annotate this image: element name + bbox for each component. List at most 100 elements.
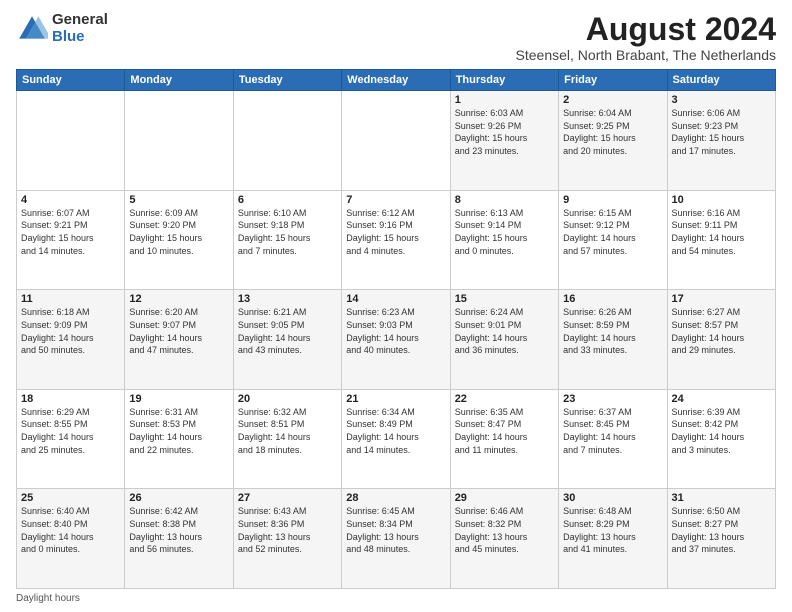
day-number: 18 [21, 393, 120, 405]
calendar-cell: 24Sunrise: 6:39 AM Sunset: 8:42 PM Dayli… [667, 389, 775, 489]
day-info: Sunrise: 6:09 AM Sunset: 9:20 PM Dayligh… [129, 207, 228, 257]
calendar-cell: 1Sunrise: 6:03 AM Sunset: 9:26 PM Daylig… [450, 91, 558, 191]
logo-blue: Blue [52, 29, 108, 46]
calendar-cell: 31Sunrise: 6:50 AM Sunset: 8:27 PM Dayli… [667, 489, 775, 589]
day-info: Sunrise: 6:23 AM Sunset: 9:03 PM Dayligh… [346, 306, 445, 356]
header-day-wednesday: Wednesday [342, 70, 450, 91]
main-title: August 2024 [516, 12, 776, 47]
day-info: Sunrise: 6:50 AM Sunset: 8:27 PM Dayligh… [672, 505, 771, 555]
day-number: 10 [672, 194, 771, 206]
day-info: Sunrise: 6:26 AM Sunset: 8:59 PM Dayligh… [563, 306, 662, 356]
calendar-cell: 2Sunrise: 6:04 AM Sunset: 9:25 PM Daylig… [559, 91, 667, 191]
calendar-cell: 27Sunrise: 6:43 AM Sunset: 8:36 PM Dayli… [233, 489, 341, 589]
calendar-cell: 6Sunrise: 6:10 AM Sunset: 9:18 PM Daylig… [233, 190, 341, 290]
calendar-body: 1Sunrise: 6:03 AM Sunset: 9:26 PM Daylig… [17, 91, 776, 589]
day-number: 17 [672, 293, 771, 305]
header-day-monday: Monday [125, 70, 233, 91]
calendar-cell: 9Sunrise: 6:15 AM Sunset: 9:12 PM Daylig… [559, 190, 667, 290]
calendar-cell: 19Sunrise: 6:31 AM Sunset: 8:53 PM Dayli… [125, 389, 233, 489]
calendar-header: SundayMondayTuesdayWednesdayThursdayFrid… [17, 70, 776, 91]
day-info: Sunrise: 6:03 AM Sunset: 9:26 PM Dayligh… [455, 107, 554, 157]
day-number: 3 [672, 94, 771, 106]
calendar-cell: 12Sunrise: 6:20 AM Sunset: 9:07 PM Dayli… [125, 290, 233, 390]
day-number: 12 [129, 293, 228, 305]
calendar-week-3: 11Sunrise: 6:18 AM Sunset: 9:09 PM Dayli… [17, 290, 776, 390]
calendar-cell: 29Sunrise: 6:46 AM Sunset: 8:32 PM Dayli… [450, 489, 558, 589]
day-info: Sunrise: 6:18 AM Sunset: 9:09 PM Dayligh… [21, 306, 120, 356]
day-info: Sunrise: 6:07 AM Sunset: 9:21 PM Dayligh… [21, 207, 120, 257]
day-info: Sunrise: 6:40 AM Sunset: 8:40 PM Dayligh… [21, 505, 120, 555]
day-number: 19 [129, 393, 228, 405]
day-number: 2 [563, 94, 662, 106]
calendar-week-5: 25Sunrise: 6:40 AM Sunset: 8:40 PM Dayli… [17, 489, 776, 589]
day-number: 21 [346, 393, 445, 405]
calendar-cell: 21Sunrise: 6:34 AM Sunset: 8:49 PM Dayli… [342, 389, 450, 489]
calendar-cell: 15Sunrise: 6:24 AM Sunset: 9:01 PM Dayli… [450, 290, 558, 390]
header-day-saturday: Saturday [667, 70, 775, 91]
day-info: Sunrise: 6:06 AM Sunset: 9:23 PM Dayligh… [672, 107, 771, 157]
calendar-cell: 16Sunrise: 6:26 AM Sunset: 8:59 PM Dayli… [559, 290, 667, 390]
logo: General Blue [16, 12, 108, 45]
calendar-cell: 8Sunrise: 6:13 AM Sunset: 9:14 PM Daylig… [450, 190, 558, 290]
calendar-cell: 22Sunrise: 6:35 AM Sunset: 8:47 PM Dayli… [450, 389, 558, 489]
day-number: 6 [238, 194, 337, 206]
day-number: 9 [563, 194, 662, 206]
day-info: Sunrise: 6:48 AM Sunset: 8:29 PM Dayligh… [563, 505, 662, 555]
day-number: 4 [21, 194, 120, 206]
calendar-cell: 25Sunrise: 6:40 AM Sunset: 8:40 PM Dayli… [17, 489, 125, 589]
day-number: 13 [238, 293, 337, 305]
footer-text: Daylight hours [16, 593, 80, 604]
day-number: 1 [455, 94, 554, 106]
title-block: August 2024 Steensel, North Brabant, The… [516, 12, 776, 63]
calendar-cell: 10Sunrise: 6:16 AM Sunset: 9:11 PM Dayli… [667, 190, 775, 290]
day-number: 24 [672, 393, 771, 405]
calendar-cell: 5Sunrise: 6:09 AM Sunset: 9:20 PM Daylig… [125, 190, 233, 290]
day-info: Sunrise: 6:24 AM Sunset: 9:01 PM Dayligh… [455, 306, 554, 356]
calendar-cell: 17Sunrise: 6:27 AM Sunset: 8:57 PM Dayli… [667, 290, 775, 390]
calendar-cell: 23Sunrise: 6:37 AM Sunset: 8:45 PM Dayli… [559, 389, 667, 489]
logo-general: General [52, 12, 108, 29]
header-day-tuesday: Tuesday [233, 70, 341, 91]
day-info: Sunrise: 6:12 AM Sunset: 9:16 PM Dayligh… [346, 207, 445, 257]
day-info: Sunrise: 6:15 AM Sunset: 9:12 PM Dayligh… [563, 207, 662, 257]
calendar-cell: 7Sunrise: 6:12 AM Sunset: 9:16 PM Daylig… [342, 190, 450, 290]
day-info: Sunrise: 6:13 AM Sunset: 9:14 PM Dayligh… [455, 207, 554, 257]
calendar-cell: 26Sunrise: 6:42 AM Sunset: 8:38 PM Dayli… [125, 489, 233, 589]
day-number: 23 [563, 393, 662, 405]
header-day-friday: Friday [559, 70, 667, 91]
day-number: 5 [129, 194, 228, 206]
calendar-cell: 4Sunrise: 6:07 AM Sunset: 9:21 PM Daylig… [17, 190, 125, 290]
header-row: SundayMondayTuesdayWednesdayThursdayFrid… [17, 70, 776, 91]
calendar-cell [125, 91, 233, 191]
calendar-cell: 11Sunrise: 6:18 AM Sunset: 9:09 PM Dayli… [17, 290, 125, 390]
day-number: 27 [238, 492, 337, 504]
calendar-cell: 18Sunrise: 6:29 AM Sunset: 8:55 PM Dayli… [17, 389, 125, 489]
day-info: Sunrise: 6:37 AM Sunset: 8:45 PM Dayligh… [563, 406, 662, 456]
logo-icon [16, 13, 48, 45]
day-number: 8 [455, 194, 554, 206]
day-info: Sunrise: 6:04 AM Sunset: 9:25 PM Dayligh… [563, 107, 662, 157]
day-number: 11 [21, 293, 120, 305]
day-info: Sunrise: 6:20 AM Sunset: 9:07 PM Dayligh… [129, 306, 228, 356]
calendar-cell: 30Sunrise: 6:48 AM Sunset: 8:29 PM Dayli… [559, 489, 667, 589]
day-info: Sunrise: 6:10 AM Sunset: 9:18 PM Dayligh… [238, 207, 337, 257]
calendar-cell [342, 91, 450, 191]
day-info: Sunrise: 6:27 AM Sunset: 8:57 PM Dayligh… [672, 306, 771, 356]
day-info: Sunrise: 6:29 AM Sunset: 8:55 PM Dayligh… [21, 406, 120, 456]
day-number: 28 [346, 492, 445, 504]
day-info: Sunrise: 6:42 AM Sunset: 8:38 PM Dayligh… [129, 505, 228, 555]
sub-title: Steensel, North Brabant, The Netherlands [516, 47, 776, 63]
day-number: 29 [455, 492, 554, 504]
day-number: 22 [455, 393, 554, 405]
day-number: 20 [238, 393, 337, 405]
calendar-table: SundayMondayTuesdayWednesdayThursdayFrid… [16, 69, 776, 589]
page: General Blue August 2024 Steensel, North… [0, 0, 792, 612]
day-number: 14 [346, 293, 445, 305]
calendar-cell: 28Sunrise: 6:45 AM Sunset: 8:34 PM Dayli… [342, 489, 450, 589]
day-number: 15 [455, 293, 554, 305]
calendar-week-2: 4Sunrise: 6:07 AM Sunset: 9:21 PM Daylig… [17, 190, 776, 290]
day-info: Sunrise: 6:39 AM Sunset: 8:42 PM Dayligh… [672, 406, 771, 456]
calendar-week-4: 18Sunrise: 6:29 AM Sunset: 8:55 PM Dayli… [17, 389, 776, 489]
logo-text: General Blue [52, 12, 108, 45]
day-number: 7 [346, 194, 445, 206]
